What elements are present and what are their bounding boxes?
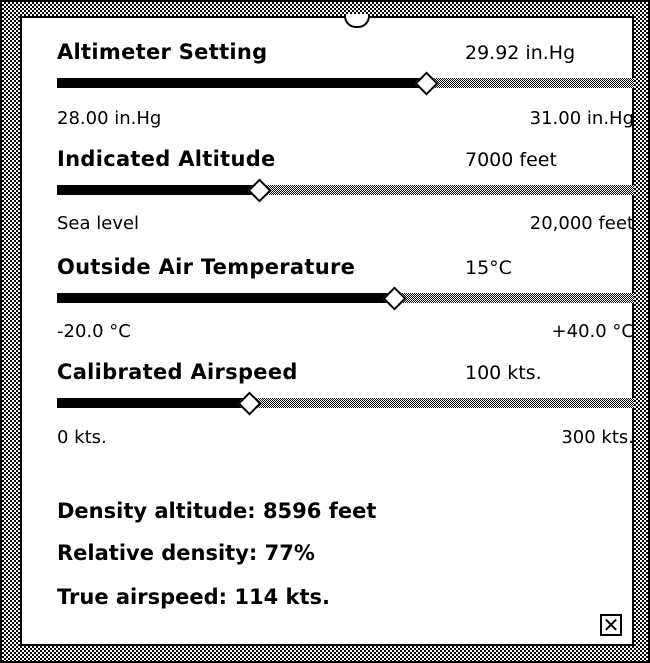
- slider-fill: [57, 293, 394, 303]
- outside-air-temperature-max: +40.0 °C: [551, 321, 634, 342]
- calibrated-airspeed-value: 100 kts.: [465, 362, 542, 384]
- window-notch: [344, 14, 370, 28]
- calibrated-airspeed-max: 300 kts.: [561, 427, 634, 448]
- altimeter-setting-max: 31.00 in.Hg: [529, 108, 634, 129]
- calibrated-airspeed-slider[interactable]: [57, 391, 634, 416]
- outside-air-temperature-slider[interactable]: [57, 286, 634, 311]
- altimeter-setting-slider[interactable]: [57, 71, 634, 96]
- relative-density-result: Relative density: 77%: [57, 541, 315, 565]
- slider-thumb[interactable]: [414, 71, 439, 96]
- outside-air-temperature-min: -20.0 °C: [57, 321, 131, 342]
- indicated-altitude-slider[interactable]: [57, 178, 634, 203]
- slider-thumb[interactable]: [247, 178, 272, 203]
- indicated-altitude-label: Indicated Altitude: [57, 147, 276, 171]
- indicated-altitude-max: 20,000 feet: [529, 213, 634, 234]
- slider-fill: [57, 185, 259, 195]
- outside-air-temperature-label: Outside Air Temperature: [57, 255, 356, 279]
- slider-thumb[interactable]: [237, 391, 262, 416]
- slider-fill: [57, 78, 426, 88]
- indicated-altitude-value: 7000 feet: [465, 149, 557, 171]
- calibrated-airspeed-min: 0 kts.: [57, 427, 107, 448]
- outside-air-temperature-value: 15°C: [465, 257, 512, 279]
- calibrated-airspeed-label: Calibrated Airspeed: [57, 360, 298, 384]
- indicated-altitude-min: Sea level: [57, 213, 140, 234]
- altimeter-setting-label: Altimeter Setting: [57, 40, 268, 64]
- altimeter-setting-value: 29.92 in.Hg: [465, 42, 576, 64]
- density-altitude-result: Density altitude: 8596 feet: [57, 499, 377, 523]
- close-button[interactable]: ✕: [600, 613, 622, 637]
- true-airspeed-result: True airspeed: 114 kts.: [57, 585, 330, 609]
- slider-fill: [57, 398, 249, 408]
- slider-thumb[interactable]: [382, 286, 407, 311]
- close-icon: ✕: [602, 613, 620, 637]
- altimeter-setting-min: 28.00 in.Hg: [57, 108, 162, 129]
